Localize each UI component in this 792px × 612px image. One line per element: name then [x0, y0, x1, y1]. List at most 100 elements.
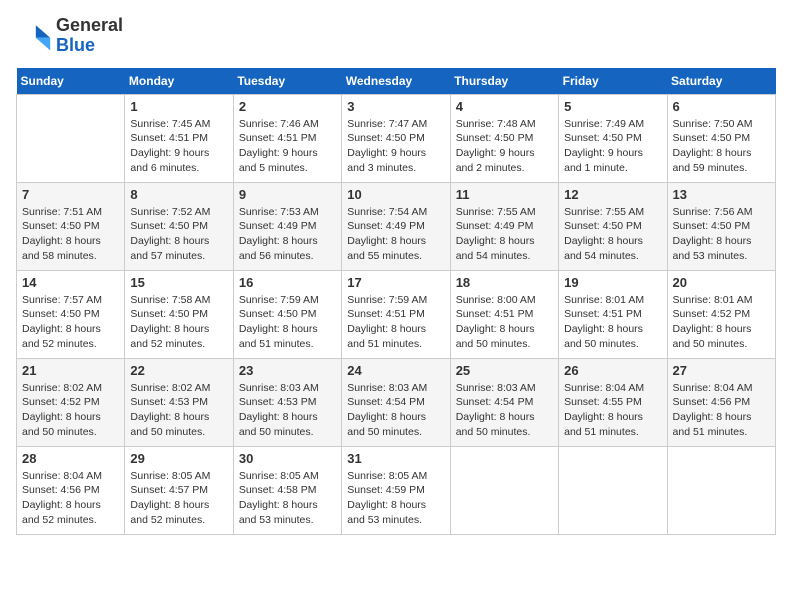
day-number: 21	[22, 363, 119, 378]
day-detail: Sunrise: 7:48 AM Sunset: 4:50 PM Dayligh…	[456, 117, 553, 176]
day-number: 13	[673, 187, 770, 202]
calendar-week-row: 7 Sunrise: 7:51 AM Sunset: 4:50 PM Daylig…	[17, 182, 776, 270]
calendar-cell: 6Sunrise: 7:50 AM Sunset: 4:50 PM Daylig…	[667, 94, 775, 182]
calendar-cell: 23 Sunrise: 8:03 AM Sunset: 4:53 PM Dayli…	[233, 358, 341, 446]
weekday-header-monday: Monday	[125, 68, 233, 95]
day-number: 26	[564, 363, 661, 378]
day-number: 30	[239, 451, 336, 466]
logo: General Blue	[16, 16, 123, 56]
day-detail: Sunrise: 7:50 AM Sunset: 4:50 PM Dayligh…	[673, 117, 770, 176]
calendar-cell: 31Sunrise: 8:05 AM Sunset: 4:59 PM Dayli…	[342, 446, 450, 534]
calendar-week-row: 14 Sunrise: 7:57 AM Sunset: 4:50 PM Dayli…	[17, 270, 776, 358]
calendar-cell: 13Sunrise: 7:56 AM Sunset: 4:50 PM Dayli…	[667, 182, 775, 270]
calendar-cell: 28 Sunrise: 8:04 AM Sunset: 4:56 PM Dayli…	[17, 446, 125, 534]
calendar-cell: 9Sunrise: 7:53 AM Sunset: 4:49 PM Daylig…	[233, 182, 341, 270]
calendar-cell	[450, 446, 558, 534]
logo-icon	[16, 18, 52, 54]
day-detail: Sunrise: 7:46 AM Sunset: 4:51 PM Dayligh…	[239, 117, 336, 176]
day-number: 29	[130, 451, 227, 466]
calendar-cell: 24 Sunrise: 8:03 AM Sunset: 4:54 PM Dayli…	[342, 358, 450, 446]
day-detail: Sunrise: 7:55 AM Sunset: 4:50 PM Dayligh…	[564, 205, 661, 264]
calendar-cell: 29 Sunrise: 8:05 AM Sunset: 4:57 PM Dayli…	[125, 446, 233, 534]
day-detail: Sunrise: 7:55 AM Sunset: 4:49 PM Dayligh…	[456, 205, 553, 264]
day-number: 23	[239, 363, 336, 378]
day-detail: Sunrise: 8:03 AM Sunset: 4:54 PM Dayligh…	[347, 381, 444, 440]
calendar-body: 1Sunrise: 7:45 AM Sunset: 4:51 PM Daylig…	[17, 94, 776, 534]
calendar-cell	[667, 446, 775, 534]
calendar-cell	[559, 446, 667, 534]
day-number: 31	[347, 451, 444, 466]
day-number: 7	[22, 187, 119, 202]
day-detail: Sunrise: 8:04 AM Sunset: 4:55 PM Dayligh…	[564, 381, 661, 440]
calendar-cell: 2 Sunrise: 7:46 AM Sunset: 4:51 PM Daylig…	[233, 94, 341, 182]
day-number: 22	[130, 363, 227, 378]
weekday-header-row: SundayMondayTuesdayWednesdayThursdayFrid…	[17, 68, 776, 95]
calendar-table: SundayMondayTuesdayWednesdayThursdayFrid…	[16, 68, 776, 535]
day-number: 11	[456, 187, 553, 202]
calendar-cell: 14 Sunrise: 7:57 AM Sunset: 4:50 PM Dayli…	[17, 270, 125, 358]
logo-text: General Blue	[56, 16, 123, 56]
day-detail: Sunrise: 8:01 AM Sunset: 4:52 PM Dayligh…	[673, 293, 770, 352]
day-number: 5	[564, 99, 661, 114]
calendar-cell: 30 Sunrise: 8:05 AM Sunset: 4:58 PM Dayli…	[233, 446, 341, 534]
weekday-header-thursday: Thursday	[450, 68, 558, 95]
day-number: 15	[130, 275, 227, 290]
calendar-cell: 11 Sunrise: 7:55 AM Sunset: 4:49 PM Dayli…	[450, 182, 558, 270]
day-number: 18	[456, 275, 553, 290]
day-number: 12	[564, 187, 661, 202]
day-number: 17	[347, 275, 444, 290]
calendar-cell: 26 Sunrise: 8:04 AM Sunset: 4:55 PM Dayli…	[559, 358, 667, 446]
day-detail: Sunrise: 8:04 AM Sunset: 4:56 PM Dayligh…	[22, 469, 119, 528]
day-detail: Sunrise: 7:52 AM Sunset: 4:50 PM Dayligh…	[130, 205, 227, 264]
page-header: General Blue	[16, 16, 776, 56]
day-detail: Sunrise: 8:04 AM Sunset: 4:56 PM Dayligh…	[673, 381, 770, 440]
calendar-week-row: 1Sunrise: 7:45 AM Sunset: 4:51 PM Daylig…	[17, 94, 776, 182]
day-number: 2	[239, 99, 336, 114]
day-number: 27	[673, 363, 770, 378]
calendar-cell: 27 Sunrise: 8:04 AM Sunset: 4:56 PM Dayli…	[667, 358, 775, 446]
day-number: 19	[564, 275, 661, 290]
calendar-cell: 5 Sunrise: 7:49 AM Sunset: 4:50 PM Daylig…	[559, 94, 667, 182]
day-number: 3	[347, 99, 444, 114]
day-detail: Sunrise: 7:54 AM Sunset: 4:49 PM Dayligh…	[347, 205, 444, 264]
day-number: 9	[239, 187, 336, 202]
calendar-cell: 4 Sunrise: 7:48 AM Sunset: 4:50 PM Daylig…	[450, 94, 558, 182]
calendar-cell: 19 Sunrise: 8:01 AM Sunset: 4:51 PM Dayli…	[559, 270, 667, 358]
day-detail: Sunrise: 8:00 AM Sunset: 4:51 PM Dayligh…	[456, 293, 553, 352]
day-number: 20	[673, 275, 770, 290]
day-detail: Sunrise: 8:03 AM Sunset: 4:54 PM Dayligh…	[456, 381, 553, 440]
calendar-cell: 21Sunrise: 8:02 AM Sunset: 4:52 PM Dayli…	[17, 358, 125, 446]
calendar-cell: 17 Sunrise: 7:59 AM Sunset: 4:51 PM Dayli…	[342, 270, 450, 358]
day-number: 28	[22, 451, 119, 466]
calendar-cell: 12 Sunrise: 7:55 AM Sunset: 4:50 PM Dayli…	[559, 182, 667, 270]
calendar-cell: 1Sunrise: 7:45 AM Sunset: 4:51 PM Daylig…	[125, 94, 233, 182]
calendar-cell: 20 Sunrise: 8:01 AM Sunset: 4:52 PM Dayli…	[667, 270, 775, 358]
day-detail: Sunrise: 7:45 AM Sunset: 4:51 PM Dayligh…	[130, 117, 227, 176]
day-detail: Sunrise: 7:59 AM Sunset: 4:51 PM Dayligh…	[347, 293, 444, 352]
day-number: 10	[347, 187, 444, 202]
day-detail: Sunrise: 8:05 AM Sunset: 4:58 PM Dayligh…	[239, 469, 336, 528]
day-number: 16	[239, 275, 336, 290]
weekday-header-wednesday: Wednesday	[342, 68, 450, 95]
weekday-header-sunday: Sunday	[17, 68, 125, 95]
weekday-header-saturday: Saturday	[667, 68, 775, 95]
day-detail: Sunrise: 7:58 AM Sunset: 4:50 PM Dayligh…	[130, 293, 227, 352]
day-detail: Sunrise: 8:03 AM Sunset: 4:53 PM Dayligh…	[239, 381, 336, 440]
calendar-cell: 18 Sunrise: 8:00 AM Sunset: 4:51 PM Dayli…	[450, 270, 558, 358]
day-number: 24	[347, 363, 444, 378]
calendar-cell	[17, 94, 125, 182]
calendar-cell: 16Sunrise: 7:59 AM Sunset: 4:50 PM Dayli…	[233, 270, 341, 358]
day-detail: Sunrise: 7:49 AM Sunset: 4:50 PM Dayligh…	[564, 117, 661, 176]
day-detail: Sunrise: 8:01 AM Sunset: 4:51 PM Dayligh…	[564, 293, 661, 352]
day-detail: Sunrise: 8:02 AM Sunset: 4:53 PM Dayligh…	[130, 381, 227, 440]
day-detail: Sunrise: 8:05 AM Sunset: 4:57 PM Dayligh…	[130, 469, 227, 528]
calendar-cell: 3Sunrise: 7:47 AM Sunset: 4:50 PM Daylig…	[342, 94, 450, 182]
day-detail: Sunrise: 7:57 AM Sunset: 4:50 PM Dayligh…	[22, 293, 119, 352]
calendar-cell: 15 Sunrise: 7:58 AM Sunset: 4:50 PM Dayli…	[125, 270, 233, 358]
day-detail: Sunrise: 7:51 AM Sunset: 4:50 PM Dayligh…	[22, 205, 119, 264]
day-number: 8	[130, 187, 227, 202]
calendar-cell: 22 Sunrise: 8:02 AM Sunset: 4:53 PM Dayli…	[125, 358, 233, 446]
day-number: 25	[456, 363, 553, 378]
day-number: 14	[22, 275, 119, 290]
day-number: 4	[456, 99, 553, 114]
